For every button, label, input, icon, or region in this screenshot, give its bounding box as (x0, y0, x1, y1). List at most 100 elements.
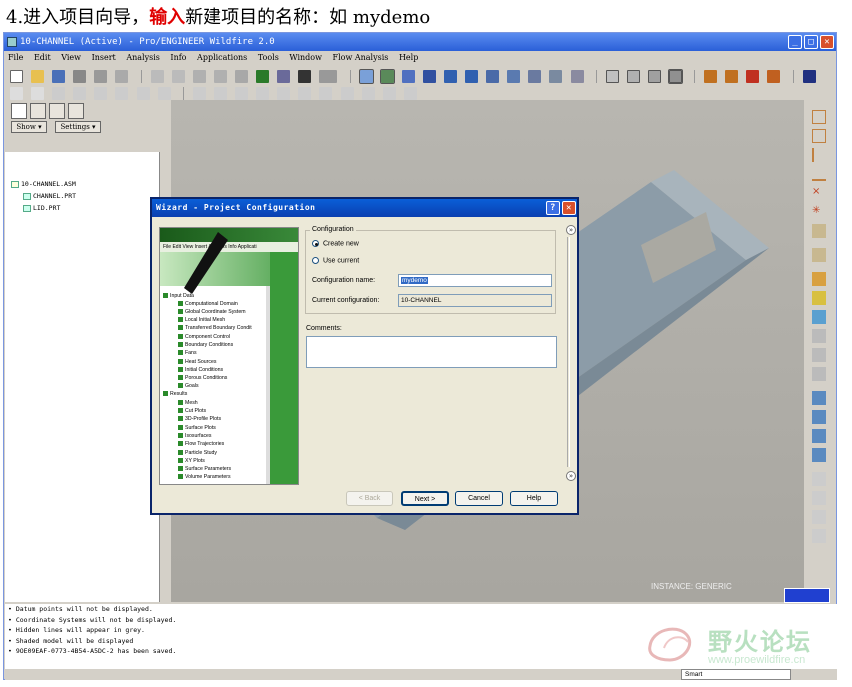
help-button[interactable]: Help (510, 491, 558, 506)
zoom-out-icon[interactable] (465, 70, 479, 83)
datum-axes-icon[interactable] (725, 70, 739, 83)
reorient-icon[interactable] (507, 70, 521, 83)
flow-options-icon[interactable] (403, 87, 417, 100)
round-tool-icon[interactable] (812, 329, 826, 343)
flow-bc-icon[interactable] (298, 87, 312, 100)
analysis-feature-tool-icon[interactable] (812, 224, 826, 238)
close-button[interactable]: ✕ (820, 35, 834, 49)
redefine-icon[interactable] (73, 87, 87, 100)
refit-icon[interactable] (486, 70, 500, 83)
flow-mesh-icon[interactable] (277, 87, 291, 100)
trim-tool-icon[interactable] (812, 429, 826, 443)
line-icon[interactable] (31, 87, 45, 100)
wireframe-icon[interactable] (605, 70, 619, 83)
save-icon[interactable] (52, 70, 66, 83)
menu-applications[interactable]: Applications (197, 53, 247, 62)
favorites-tab[interactable] (49, 103, 65, 119)
menu-analysis[interactable]: Analysis (126, 53, 160, 62)
create-component-tool-icon[interactable] (812, 291, 826, 305)
tree-item-lid[interactable]: LID.PRT (23, 204, 60, 212)
datum-plane-tool-icon[interactable] (812, 110, 826, 124)
undo-icon[interactable] (150, 70, 164, 83)
flow-general-icon[interactable] (213, 87, 227, 100)
flow-settings-icon[interactable] (382, 87, 396, 100)
datum-axis-tool-icon[interactable] (812, 129, 826, 143)
print-icon[interactable] (73, 70, 87, 83)
selection-filter-select[interactable]: Smart (681, 669, 791, 680)
flow-wizard-icon[interactable] (192, 87, 206, 100)
selection-indicator[interactable] (784, 588, 830, 603)
flow-domain-icon[interactable] (256, 87, 270, 100)
model-tree-icon[interactable] (277, 70, 291, 83)
layers-icon[interactable] (549, 70, 563, 83)
view-manager-icon[interactable] (570, 70, 584, 83)
hidden-line-icon[interactable] (626, 70, 640, 83)
hole-tool-icon[interactable] (812, 310, 826, 324)
flow-results-icon[interactable] (361, 87, 375, 100)
sketch-icon[interactable] (10, 87, 23, 100)
splitter[interactable] (567, 237, 570, 467)
tree-item-assembly[interactable]: 10-CHANNEL.ASM (11, 180, 76, 188)
printer-setup-icon[interactable] (115, 70, 129, 83)
menu-tools[interactable]: Tools (258, 53, 279, 62)
flow-goals-icon[interactable] (319, 87, 333, 100)
comments-textarea[interactable] (306, 336, 557, 368)
cancel-button[interactable]: Cancel (455, 491, 503, 506)
datum-point-tool-icon[interactable]: × (812, 186, 826, 200)
wizard-close-button[interactable]: ✕ (562, 201, 576, 215)
chamfer-tool-icon[interactable] (812, 348, 826, 362)
mirror-tool-icon[interactable] (812, 391, 826, 405)
component-tool-icon[interactable] (812, 272, 826, 286)
no-hidden-icon[interactable] (647, 70, 661, 83)
menu-info[interactable]: Info (170, 53, 186, 62)
find-icon[interactable] (298, 70, 312, 83)
shading-icon[interactable] (668, 69, 683, 84)
new-file-icon[interactable] (10, 70, 23, 83)
selection-filter-icon[interactable] (319, 70, 338, 83)
model-tree-tab[interactable] (11, 103, 27, 119)
collapse-up-icon[interactable]: » (566, 225, 576, 235)
menu-view[interactable]: View (61, 53, 81, 62)
help-icon[interactable]: ? (546, 201, 560, 215)
configuration-name-input[interactable]: mydemo (398, 274, 552, 287)
play-icon[interactable] (94, 87, 108, 100)
saved-views-icon[interactable] (528, 70, 542, 83)
coordinate-systems-icon[interactable] (767, 70, 781, 83)
cut-icon[interactable] (115, 87, 129, 100)
open-folder-icon[interactable] (31, 70, 45, 83)
next-button[interactable]: Next > (401, 491, 449, 506)
redo-icon[interactable] (171, 70, 185, 83)
repaint-icon[interactable] (358, 69, 374, 84)
menu-flow-analysis[interactable]: Flow Analysis (333, 53, 389, 62)
placement-tool-icon[interactable] (812, 248, 826, 262)
send-mail-icon[interactable] (94, 70, 108, 83)
regenerate-icon[interactable] (256, 70, 270, 83)
use-current-radio[interactable]: Use current (312, 257, 359, 264)
show-dropdown[interactable]: Show ▾ (11, 121, 47, 133)
table-tool-icon[interactable] (812, 529, 826, 543)
menu-help[interactable]: Help (399, 53, 418, 62)
offset-tool-icon[interactable] (812, 448, 826, 462)
back-button[interactable]: < Back (346, 491, 393, 506)
menu-insert[interactable]: Insert (92, 53, 116, 62)
maximize-button[interactable]: □ (804, 35, 818, 49)
sketch-curve-tool-icon[interactable] (812, 167, 826, 181)
relations-icon[interactable] (136, 87, 150, 100)
thicken-tool-icon[interactable] (812, 472, 826, 486)
datum-points-icon[interactable] (746, 70, 760, 83)
edit-icon[interactable] (52, 87, 66, 100)
settings-dropdown[interactable]: Settings ▾ (55, 121, 101, 133)
paste-special-icon[interactable] (235, 70, 249, 83)
flow-units-icon[interactable] (235, 87, 249, 100)
zoom-in-icon[interactable] (443, 70, 457, 83)
history-tab[interactable] (68, 103, 84, 119)
datum-planes-icon[interactable] (704, 70, 718, 83)
pan-icon[interactable] (422, 70, 436, 83)
merge-tool-icon[interactable] (812, 410, 826, 424)
flow-run-icon[interactable] (340, 87, 354, 100)
folder-browser-tab[interactable] (30, 103, 46, 119)
minimize-button[interactable]: _ (788, 35, 802, 49)
orient-icon[interactable] (401, 70, 415, 83)
rib-tool-icon[interactable] (812, 367, 826, 381)
solidify-tool-icon[interactable] (812, 491, 826, 505)
